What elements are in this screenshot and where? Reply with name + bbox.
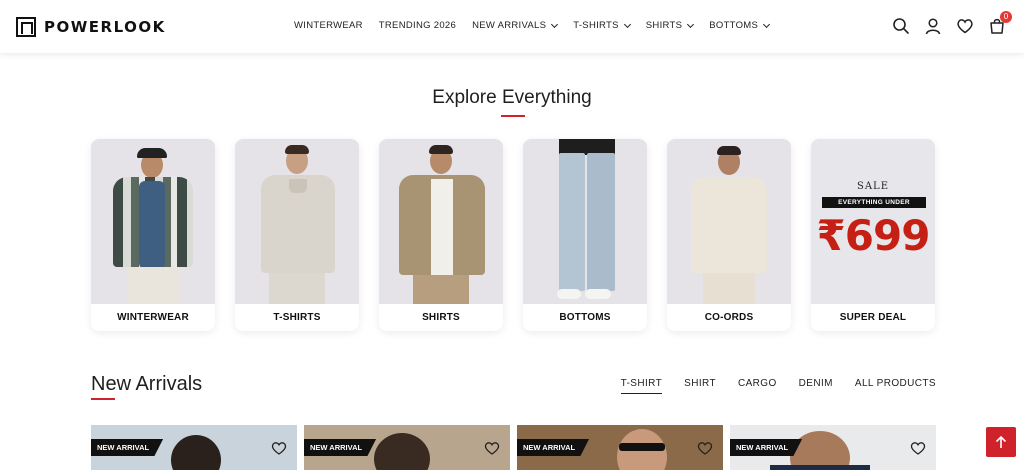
title-underline: [91, 398, 115, 400]
nav-item-new-arrivals[interactable]: NEW ARRIVALS: [472, 20, 559, 31]
chevron-down-icon: [687, 20, 695, 28]
nav-label: TRENDING 2026: [378, 20, 457, 31]
brand-name: POWERLOOK: [44, 18, 166, 36]
tab-cargo[interactable]: CARGO: [738, 378, 777, 394]
nav-label: NEW ARRIVALS: [472, 20, 547, 31]
tab-t-shirt[interactable]: T-SHIRT: [620, 378, 663, 394]
nav-item-t-shirts[interactable]: T-SHIRTS: [573, 20, 631, 31]
nav-label: BOTTOMS: [709, 20, 759, 31]
category-image: [667, 139, 791, 304]
chevron-down-icon: [763, 20, 771, 28]
nav-item-bottoms[interactable]: BOTTOMS: [709, 20, 771, 31]
product-card[interactable]: NEW ARRIVAL: [517, 425, 723, 470]
category-image: [379, 139, 503, 304]
new-arrivals-tabs: T-SHIRT SHIRT CARGO DENIM ALL PRODUCTS: [620, 378, 936, 394]
tab-shirt[interactable]: SHIRT: [684, 378, 716, 394]
heart-icon[interactable]: [956, 17, 974, 35]
explore-title: Explore Everything: [432, 87, 592, 108]
product-card[interactable]: NEW ARRIVAL: [91, 425, 297, 470]
tab-all-products[interactable]: ALL PRODUCTS: [855, 378, 936, 394]
wishlist-heart-icon[interactable]: [697, 441, 713, 455]
category-card-t-shirts[interactable]: T-SHIRTS: [235, 139, 359, 331]
category-label: SHIRTS: [422, 312, 460, 323]
category-label: SUPER DEAL: [839, 312, 907, 323]
user-icon[interactable]: [924, 17, 942, 35]
category-grid: WINTERWEAR T-SHIRTS SHIRTS BOTTOMS CO-OR…: [91, 139, 935, 331]
chevron-down-icon: [551, 20, 559, 28]
cart-count-badge: 0: [1000, 11, 1012, 23]
category-card-co-ords[interactable]: CO-ORDS: [667, 139, 791, 331]
brand-logo[interactable]: POWERLOOK: [16, 16, 166, 38]
scroll-to-top-button[interactable]: [986, 427, 1016, 457]
category-image: [523, 139, 647, 304]
new-arrival-tag: NEW ARRIVAL: [91, 439, 164, 456]
product-row: NEW ARRIVAL NEW ARRIVAL NEW ARRIVAL NEW …: [91, 425, 936, 470]
title-underline: [501, 115, 525, 117]
new-arrival-tag: NEW ARRIVAL: [304, 439, 377, 456]
deal-sale-text: SALE: [856, 181, 889, 192]
new-arrivals-title: New Arrivals: [91, 373, 203, 395]
site-header: POWERLOOK WINTERWEAR TRENDING 2026 NEW A…: [0, 0, 1024, 53]
deal-price: ₹699: [816, 211, 931, 260]
cart-icon[interactable]: 0: [988, 11, 1012, 35]
nav-item-trending[interactable]: TRENDING 2026: [379, 20, 456, 31]
wishlist-heart-icon[interactable]: [271, 441, 287, 455]
tab-denim[interactable]: DENIM: [799, 378, 833, 394]
header-actions: 0: [892, 11, 1012, 35]
new-arrival-tag: NEW ARRIVAL: [517, 439, 590, 456]
new-arrival-tag: NEW ARRIVAL: [730, 439, 803, 456]
category-label: WINTERWEAR: [117, 312, 189, 323]
chevron-down-icon: [623, 20, 631, 28]
arrow-up-icon: [995, 435, 1007, 448]
logo-mark-icon: [16, 17, 36, 37]
category-label: BOTTOMS: [559, 312, 611, 323]
category-label: T-SHIRTS: [273, 312, 321, 323]
category-card-super-deal[interactable]: SALE EVERYTHING UNDER ₹699 SUPER DEAL: [811, 139, 935, 331]
wishlist-heart-icon[interactable]: [484, 441, 500, 455]
category-card-winterwear[interactable]: WINTERWEAR: [91, 139, 215, 331]
nav-item-winterwear[interactable]: WINTERWEAR: [294, 20, 363, 31]
nav-label: T-SHIRTS: [573, 20, 619, 31]
product-card[interactable]: NEW ARRIVAL: [304, 425, 510, 470]
main-nav: WINTERWEAR TRENDING 2026 NEW ARRIVALS T-…: [294, 20, 771, 31]
nav-label: WINTERWEAR: [294, 20, 363, 31]
nav-label: SHIRTS: [645, 20, 683, 31]
deal-banner: SALE EVERYTHING UNDER ₹699: [811, 139, 935, 304]
category-card-shirts[interactable]: SHIRTS: [379, 139, 503, 331]
category-label: CO-ORDS: [704, 312, 754, 323]
wishlist-heart-icon[interactable]: [910, 441, 926, 455]
category-image: [91, 139, 215, 304]
category-card-bottoms[interactable]: BOTTOMS: [523, 139, 647, 331]
product-card[interactable]: NEW ARRIVAL: [730, 425, 936, 470]
search-icon[interactable]: [892, 17, 910, 35]
nav-item-shirts[interactable]: SHIRTS: [645, 20, 695, 31]
category-image: [235, 139, 359, 304]
deal-banner-text: EVERYTHING UNDER: [822, 197, 926, 208]
